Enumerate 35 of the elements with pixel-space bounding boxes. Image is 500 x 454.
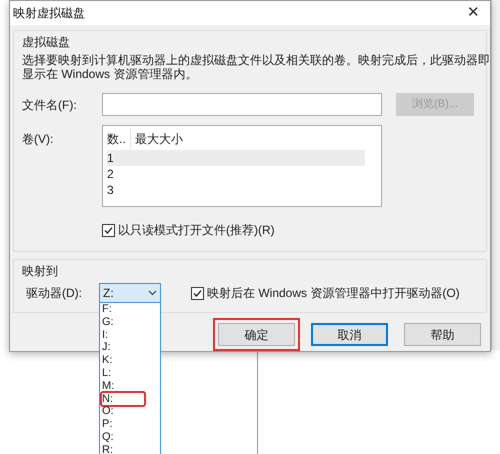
- checkbox-label: 以只读模式打开文件(推荐)(R): [118, 222, 275, 239]
- dialog-button[interactable]: 帮助: [404, 323, 481, 346]
- drive-option[interactable]: J:: [102, 341, 144, 354]
- drive-option[interactable]: F:: [102, 303, 144, 316]
- field-label: 卷(V):: [22, 131, 54, 148]
- checkbox-label: 映射后在 Windows 资源管理器中打开驱动器(O): [207, 285, 460, 302]
- volume-list[interactable]: 数.. 最大大小 1 2 3: [102, 125, 382, 207]
- drive-option[interactable]: G:: [102, 316, 144, 329]
- column-header[interactable]: 最大大小: [131, 128, 361, 150]
- drive-option[interactable]: M:: [102, 380, 144, 393]
- drive-option[interactable]: R:: [102, 444, 144, 454]
- field-label: 文件名(F):: [22, 96, 78, 114]
- group-title: 虚拟磁盘: [22, 34, 71, 51]
- volume-row[interactable]: 1: [107, 150, 365, 166]
- dialog-button[interactable]: 确定: [218, 323, 295, 346]
- group-title: 映射到: [22, 263, 59, 280]
- checkbox[interactable]: [191, 286, 204, 300]
- dialog-button[interactable]: 取消: [311, 323, 388, 346]
- drive-dropdown[interactable]: Z:: [99, 283, 161, 303]
- close-button[interactable]: ✕: [463, 2, 484, 24]
- file-name-field[interactable]: [102, 93, 382, 116]
- chevron-down-icon: [148, 290, 157, 296]
- drive-option[interactable]: K:: [102, 354, 144, 367]
- drive-option[interactable]: N:: [102, 392, 144, 406]
- volume-row[interactable]: 2: [107, 166, 365, 182]
- drive-option[interactable]: P:: [102, 418, 144, 431]
- window-title: 映射虚拟磁盘: [13, 5, 85, 22]
- volume-row[interactable]: 3: [107, 182, 365, 198]
- drive-option[interactable]: Q:: [102, 430, 144, 444]
- description: 选择要映射到计算机驱动器上的虚拟磁盘文件以及相关联的卷。映射完成后，此驱动器即显示在 Windows 资源管理器内。: [22, 53, 490, 81]
- drive-option[interactable]: O:: [102, 405, 144, 418]
- field-label: 驱动器(D):: [25, 285, 83, 302]
- drive-option[interactable]: I:: [102, 328, 144, 342]
- drive-option[interactable]: L:: [102, 366, 144, 380]
- checkbox[interactable]: [102, 224, 115, 236]
